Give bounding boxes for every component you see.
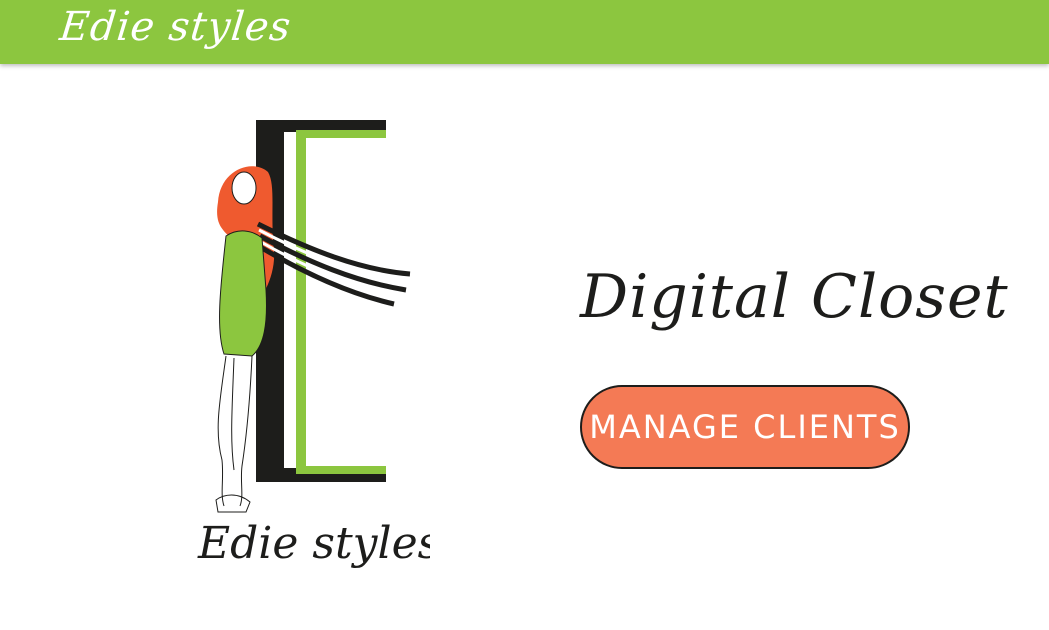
edie-styles-logo: Edie styles <box>197 120 430 569</box>
logo-figure-jacket <box>219 230 267 357</box>
logo-figure-face <box>231 171 257 205</box>
top-nav-bar: Edie styles <box>0 0 1049 64</box>
brand-logo-link[interactable]: Edie styles <box>58 4 294 50</box>
page-title: Digital Closet <box>580 262 1009 332</box>
logo-wordmark: Edie styles <box>197 518 430 569</box>
manage-clients-button[interactable]: MANAGE CLIENTS <box>580 385 910 469</box>
logo-figure-legs <box>215 355 253 513</box>
